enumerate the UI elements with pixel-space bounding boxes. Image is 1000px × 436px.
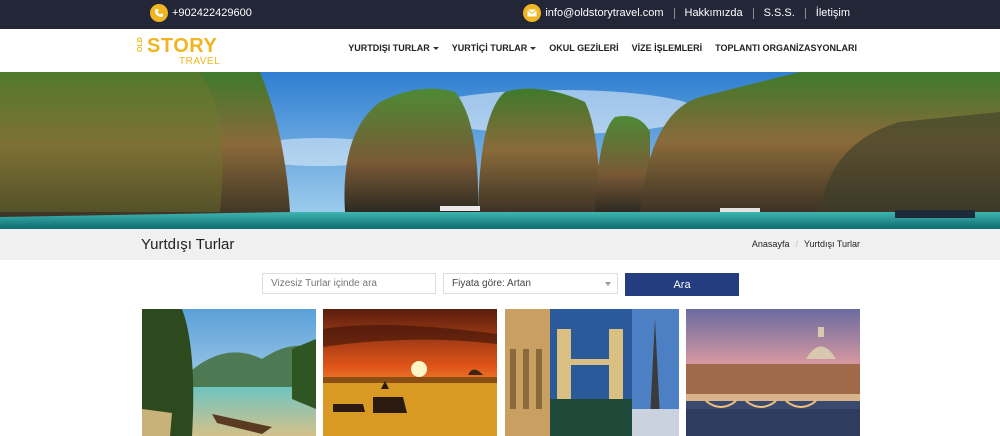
page-title-bar: Yurtdışı Turlar Anasayfa / Yurtdışı Turl… xyxy=(0,229,1000,260)
about-link[interactable]: Hakkımızda xyxy=(685,7,743,19)
nav-vize-islemleri[interactable]: VİZE İŞLEMLERİ xyxy=(632,43,703,53)
europe-landmarks-image xyxy=(505,309,679,436)
logo-story: STORY xyxy=(147,35,218,57)
nav-yurtdisi-turlar[interactable]: YURTDIŞI TURLAR xyxy=(348,43,439,53)
hero-landscape-image xyxy=(0,72,1000,229)
breadcrumb: Anasayfa / Yurtdışı Turlar xyxy=(752,239,860,249)
search-button[interactable]: Ara xyxy=(625,273,739,296)
breadcrumb-separator: / xyxy=(795,239,798,249)
caret-down-icon xyxy=(530,46,537,50)
divider xyxy=(804,7,806,19)
breadcrumb-home[interactable]: Anasayfa xyxy=(752,239,790,249)
chevron-down-icon xyxy=(605,282,611,286)
page-title: Yurtdışı Turlar xyxy=(141,236,235,253)
tour-card-rome[interactable] xyxy=(686,309,860,436)
sort-selected-value: Fiyata göre: Artan xyxy=(452,278,531,289)
main-header: OLD STORY TRAVEL YURTDIŞI TURLAR YURTİÇİ… xyxy=(0,29,1000,72)
logo-travel: TRAVEL xyxy=(179,56,221,67)
contact-link[interactable]: İletişim xyxy=(816,7,850,19)
site-logo[interactable]: OLD STORY TRAVEL xyxy=(137,34,232,68)
faq-link[interactable]: S.S.S. xyxy=(764,7,795,19)
nav-label: YURTİÇİ TURLAR xyxy=(451,43,528,53)
breadcrumb-current: Yurtdışı Turlar xyxy=(803,239,860,249)
nav-toplanti-organizasyonlari[interactable]: TOPLANTI ORGANİZASYONLARI xyxy=(715,43,857,53)
nav-label: YURTDIŞI TURLAR xyxy=(348,43,430,53)
sort-select[interactable]: Fiyata göre: Artan xyxy=(443,273,618,294)
logo-old: OLD xyxy=(137,37,144,52)
top-bar: +902422429600 info@oldstorytravel.com Ha… xyxy=(0,0,1000,29)
hero-banner xyxy=(0,72,1000,229)
nav-label: OKUL GEZİLERİ xyxy=(549,43,619,53)
divider xyxy=(673,7,675,19)
phone-contact[interactable]: +902422429600 xyxy=(150,4,252,22)
nav-okul-gezileri[interactable]: OKUL GEZİLERİ xyxy=(549,43,618,53)
rome-bridge-image xyxy=(686,309,860,436)
phone-number[interactable]: +902422429600 xyxy=(172,7,252,19)
tour-card-safari[interactable] xyxy=(323,309,497,436)
mail-icon xyxy=(523,4,542,22)
tour-search-input[interactable] xyxy=(262,273,436,294)
main-nav: YURTDIŞI TURLAR YURTİÇİ TURLAR OKUL GEZİ… xyxy=(335,43,857,53)
tropical-river-image xyxy=(142,309,316,436)
email-link[interactable]: info@oldstorytravel.com xyxy=(545,7,663,19)
nav-label: TOPLANTI ORGANİZASYONLARI xyxy=(715,43,857,53)
nav-yurtici-turlar[interactable]: YURTİÇİ TURLAR xyxy=(452,43,537,53)
tour-card-tropical[interactable] xyxy=(142,309,316,436)
tour-card-europe[interactable] xyxy=(505,309,679,436)
divider xyxy=(752,7,754,19)
safari-sunset-image xyxy=(323,309,497,436)
phone-icon xyxy=(150,4,168,22)
caret-down-icon xyxy=(432,46,439,50)
nav-label: VİZE İŞLEMLERİ xyxy=(631,43,703,53)
